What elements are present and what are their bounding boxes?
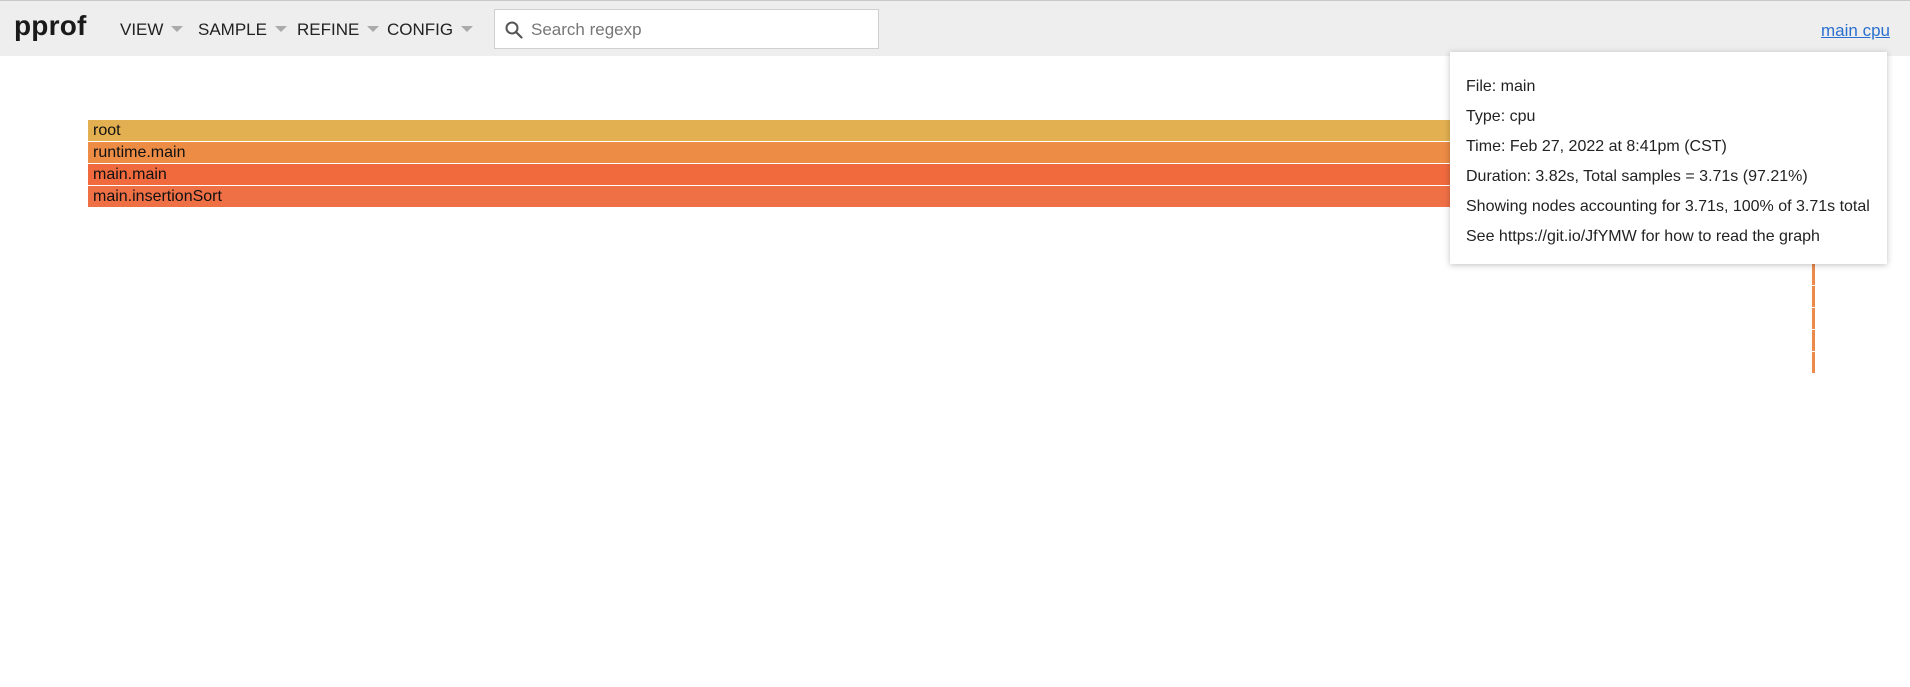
chevron-down-icon bbox=[171, 26, 184, 32]
menu-sample[interactable]: SAMPLE bbox=[198, 20, 287, 40]
menu-sample-label: SAMPLE bbox=[198, 20, 267, 39]
menu-config-label: CONFIG bbox=[387, 20, 454, 39]
frame-label: root bbox=[93, 122, 121, 139]
menu-view[interactable]: VIEW bbox=[120, 20, 184, 40]
info-duration: Duration: 3.82s, Total samples = 3.71s (… bbox=[1466, 168, 1808, 185]
info-file: File: main bbox=[1466, 78, 1536, 95]
search-input[interactable] bbox=[529, 16, 873, 44]
flame-frame-small[interactable] bbox=[1812, 308, 1815, 329]
info-help: See https://git.io/JfYMW for how to read… bbox=[1466, 228, 1820, 245]
menu-view-label: VIEW bbox=[120, 20, 164, 39]
flame-frame-small[interactable] bbox=[1812, 352, 1815, 373]
chevron-down-icon bbox=[461, 26, 474, 32]
frame-label: main.main bbox=[93, 166, 167, 183]
app-title: pprof bbox=[14, 10, 87, 41]
menu-refine[interactable]: REFINE bbox=[297, 20, 380, 40]
menu-refine-label: REFINE bbox=[297, 20, 360, 39]
search-icon bbox=[505, 21, 523, 39]
chevron-down-icon bbox=[367, 26, 380, 32]
profile-link[interactable]: main cpu bbox=[1821, 21, 1890, 41]
flame-frame-small[interactable] bbox=[1812, 330, 1815, 351]
frame-label: main.insertionSort bbox=[93, 188, 222, 205]
info-nodes: Showing nodes accounting for 3.71s, 100%… bbox=[1466, 198, 1870, 215]
frame-label: runtime.main bbox=[93, 144, 186, 161]
info-time: Time: Feb 27, 2022 at 8:41pm (CST) bbox=[1466, 138, 1727, 155]
search-box[interactable] bbox=[494, 9, 879, 49]
flame-frame-small[interactable] bbox=[1812, 264, 1815, 285]
info-type: Type: cpu bbox=[1466, 108, 1536, 125]
menu-config[interactable]: CONFIG bbox=[387, 20, 474, 40]
flame-frame-small[interactable] bbox=[1812, 286, 1815, 307]
profile-info-tooltip: File: main Type: cpu Time: Feb 27, 2022 … bbox=[1450, 52, 1887, 264]
chevron-down-icon bbox=[274, 26, 287, 32]
top-toolbar: pprof VIEW SAMPLE REFINE CONFIG main cpu bbox=[0, 0, 1910, 56]
